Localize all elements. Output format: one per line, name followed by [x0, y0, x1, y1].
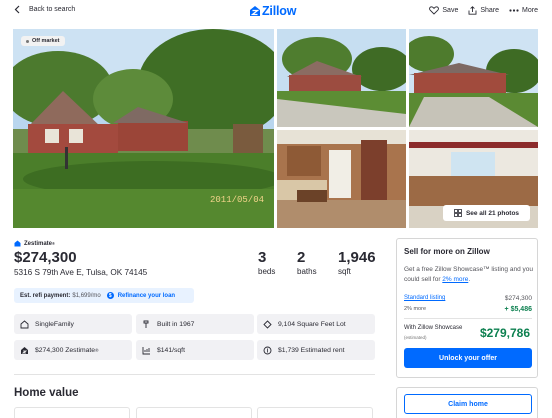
zillow-logo-text: Zillow [262, 4, 297, 18]
sqft-label: sqft [338, 267, 351, 276]
baths-label: baths [297, 267, 317, 276]
grid-icon [454, 209, 462, 217]
fact-home-type: SingleFamily [14, 314, 132, 334]
two-percent-link[interactable]: 2% more [442, 276, 468, 283]
fact-zestimate-mark: ® [95, 347, 99, 353]
fact-year-built-text: Built in 1967 [157, 320, 195, 328]
zestimate-text: Zestimate [24, 240, 53, 247]
sell-for-more-card: Sell for more on Zillow Get a free Zillo… [396, 238, 538, 378]
fact-year-built: Built in 1967 [136, 314, 254, 334]
kitchen-image [277, 130, 406, 228]
share-button[interactable]: Share [468, 6, 499, 15]
see-all-label: See all 21 photos [465, 209, 520, 217]
zillow-logo-icon [250, 6, 260, 16]
fact-estimated-rent: $1,739 Estimated rent [257, 340, 375, 360]
estimated-label: (estimated) [404, 335, 427, 340]
more-label: 2% more [404, 306, 427, 312]
beds-label: beds [258, 267, 276, 276]
photo-thumbnail[interactable] [277, 29, 406, 127]
back-to-search-label: Back to search [29, 6, 76, 13]
standard-listing-value: $274,300 [504, 295, 532, 302]
refi-amount: $1,699/mo [72, 292, 101, 299]
more-value: + $5,486 [504, 306, 532, 313]
baths-value: 2 [297, 249, 306, 266]
see-all-photos-button[interactable]: See all 21 photos [443, 205, 530, 221]
sqft-value: 1,946 [338, 249, 376, 266]
photo-thumbnail[interactable] [277, 130, 406, 228]
top-bar: Back to search Zillow Save Share More [0, 0, 552, 26]
sell-card-title: Sell for more on Zillow [404, 247, 490, 256]
more-row: 2% more + $5,486 [404, 306, 532, 313]
photo-date-stamp: 2011/05/04 [210, 195, 265, 205]
showcase-label: With Zillow Showcase [404, 325, 463, 331]
showcase-value: $279,786 [479, 326, 530, 340]
hammer-icon [143, 320, 149, 328]
home-value-card [14, 407, 130, 418]
more-dots-icon [509, 9, 519, 12]
off-market-label: Off market [32, 38, 60, 44]
fact-lot-size-text: 9,104 Square Feet Lot [278, 320, 346, 328]
status-dot-icon [26, 39, 29, 43]
house-icon [20, 319, 29, 328]
save-button[interactable]: Save [429, 6, 458, 15]
section-divider [14, 374, 375, 375]
sell-card-divider [404, 318, 532, 319]
price-per-sqft-icon [142, 346, 150, 354]
home-value-card [257, 407, 373, 418]
photo-thumbnail[interactable] [409, 29, 538, 127]
fact-price-per-sqft: $141/sqft [136, 340, 254, 360]
zestimate-label: Zestimate ® [14, 240, 55, 247]
refi-banner: Est. refi payment: $1,699/mo $ Refinance… [14, 288, 194, 303]
standard-listing-link[interactable]: Standard listing [404, 295, 445, 302]
unlock-offer-button[interactable]: Unlock your offer [404, 348, 532, 368]
share-label: Share [480, 7, 500, 14]
home-value-card [136, 407, 252, 418]
home-value-heading: Home value [14, 387, 79, 399]
fact-estimated-rent-text: $1,739 Estimated rent [278, 346, 345, 354]
standard-listing-row: Standard listing $274,300 [404, 295, 532, 302]
sell-card-desc-suffix: . [468, 275, 471, 283]
lot-size-icon [263, 319, 272, 329]
share-icon [468, 6, 477, 15]
fact-home-type-text: SingleFamily [35, 320, 74, 328]
main-photo[interactable]: 2011/05/04 [13, 29, 274, 228]
zestimate-icon [14, 240, 21, 247]
baths-stat: 2 baths [297, 249, 317, 276]
zestimate-registered-mark: ® [52, 241, 55, 246]
heart-icon [429, 6, 440, 15]
fact-zestimate-text: $274,300 Zestimate [35, 346, 96, 354]
house-side-image [277, 29, 406, 127]
fact-lot-size: 9,104 Square Feet Lot [257, 314, 375, 334]
beds-value: 3 [258, 249, 267, 266]
price: $274,300 [14, 249, 77, 266]
claim-home-button[interactable]: Claim home [404, 394, 532, 414]
address: 5316 S 79th Ave E, Tulsa, OK 74145 [14, 268, 148, 277]
house-garage-image [409, 29, 538, 127]
save-label: Save [442, 7, 459, 14]
refinance-link[interactable]: Refinance your loan [118, 293, 175, 299]
off-market-badge: Off market [21, 36, 65, 46]
more-button[interactable]: More [509, 7, 538, 14]
sqft-stat: 1,946 sqft [338, 249, 376, 276]
refi-label: Est. refi payment: [20, 292, 71, 299]
rent-icon [263, 346, 272, 354]
top-actions: Save Share More [419, 6, 538, 15]
zestimate-icon [21, 346, 28, 354]
dollar-icon: $ [106, 292, 114, 299]
back-to-search-link[interactable]: Back to search [14, 5, 75, 14]
beds-stat: 3 beds [258, 249, 275, 276]
chevron-left-icon [14, 5, 20, 14]
fact-price-per-sqft-text: $141/sqft [157, 346, 185, 354]
sell-card-description: Get a free Zillow Showcase™ listing and … [404, 265, 534, 284]
fact-zestimate: $274,300 Zestimate ® [14, 340, 132, 360]
zillow-logo[interactable]: Zillow [249, 4, 296, 18]
more-label: More [522, 7, 538, 14]
claim-home-card: Claim home [396, 387, 538, 418]
